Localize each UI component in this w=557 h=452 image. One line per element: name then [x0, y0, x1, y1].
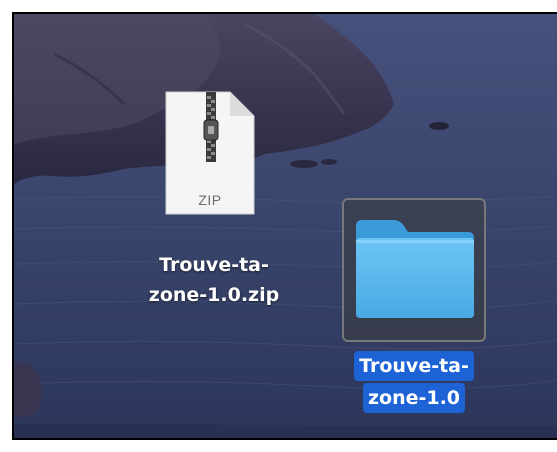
desktop-item-label[interactable]: Trouve-ta- zone-1.0.zip	[114, 250, 314, 310]
desktop-item-label-line: zone-1.0.zip	[148, 284, 280, 306]
desktop-item-label-line: Trouve-ta-	[159, 254, 269, 276]
zip-icon-caption: ZIP	[198, 192, 222, 208]
desktop-item-label[interactable]: Trouve-ta- zone-1.0	[342, 350, 486, 414]
folder-icon	[356, 220, 474, 318]
desktop[interactable]: ZIP Trouve-ta- zone-1.0.zip Trouve-ta- z…	[12, 12, 557, 440]
desktop-item-label-line: zone-1.0	[362, 383, 466, 413]
screenshot-frame: ZIP Trouve-ta- zone-1.0.zip Trouve-ta- z…	[0, 0, 557, 452]
desktop-item-label-line: Trouve-ta-	[354, 351, 474, 381]
